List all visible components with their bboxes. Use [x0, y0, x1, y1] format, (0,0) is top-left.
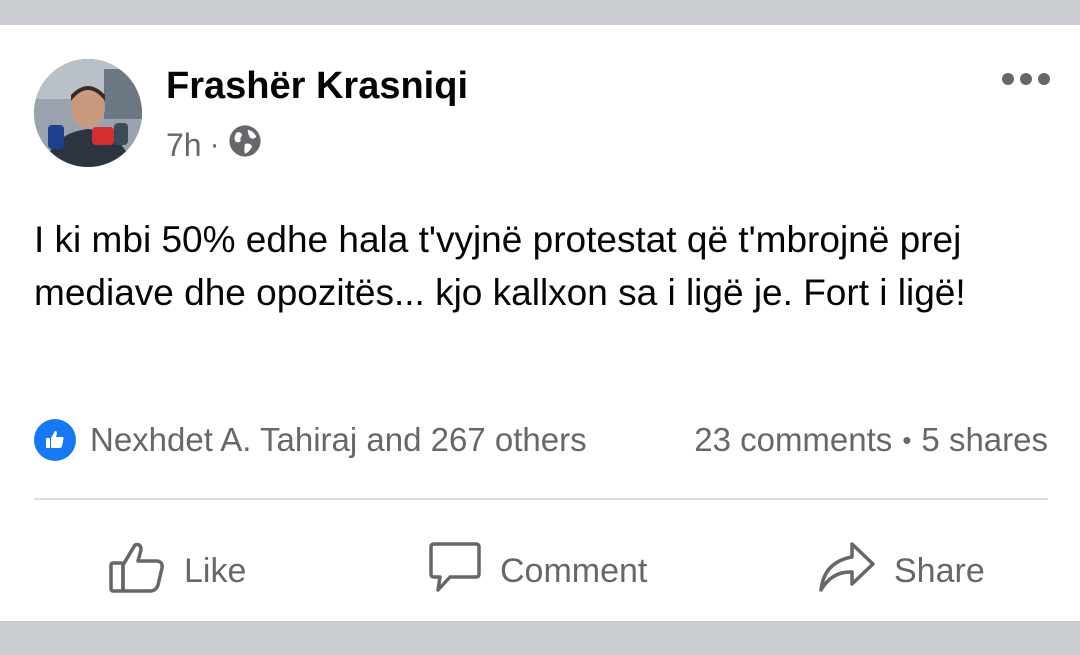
comment-button[interactable]: Comment — [428, 533, 647, 609]
author-name[interactable]: Frashër Krasniqi — [166, 65, 468, 108]
post-text: I ki mbi 50% edhe hala t'vyjnë protestat… — [34, 219, 966, 313]
post-card: Frashër Krasniqi 7h · I ki mbi 50% edhe … — [0, 25, 1080, 621]
bottom-separator-band — [0, 621, 1080, 655]
like-reaction-icon[interactable] — [34, 419, 76, 461]
share-icon — [818, 540, 894, 603]
share-button[interactable]: Share — [818, 533, 985, 609]
globe-icon — [228, 124, 262, 166]
post-timestamp[interactable]: 7h — [166, 127, 202, 164]
like-icon — [108, 539, 184, 604]
more-options-icon[interactable] — [1002, 67, 1050, 91]
post-stats: Nexhdet A. Tahiraj and 267 others 23 com… — [34, 415, 1048, 465]
reactions-summary[interactable]: Nexhdet A. Tahiraj and 267 others — [90, 421, 587, 459]
comment-icon — [428, 540, 500, 603]
like-label: Like — [184, 551, 247, 590]
top-separator-band — [0, 0, 1080, 25]
shares-count[interactable]: 5 shares — [921, 421, 1048, 459]
comments-count[interactable]: 23 comments — [694, 421, 892, 459]
meta-separator: · — [209, 128, 220, 161]
share-label: Share — [894, 551, 985, 590]
action-bar: Like Comment Share — [0, 533, 1080, 609]
stats-separator: • — [902, 424, 912, 455]
divider — [34, 498, 1048, 500]
post-meta: 7h · — [166, 123, 262, 167]
comment-label: Comment — [500, 551, 648, 590]
avatar[interactable] — [34, 59, 142, 167]
like-button[interactable]: Like — [108, 533, 246, 609]
